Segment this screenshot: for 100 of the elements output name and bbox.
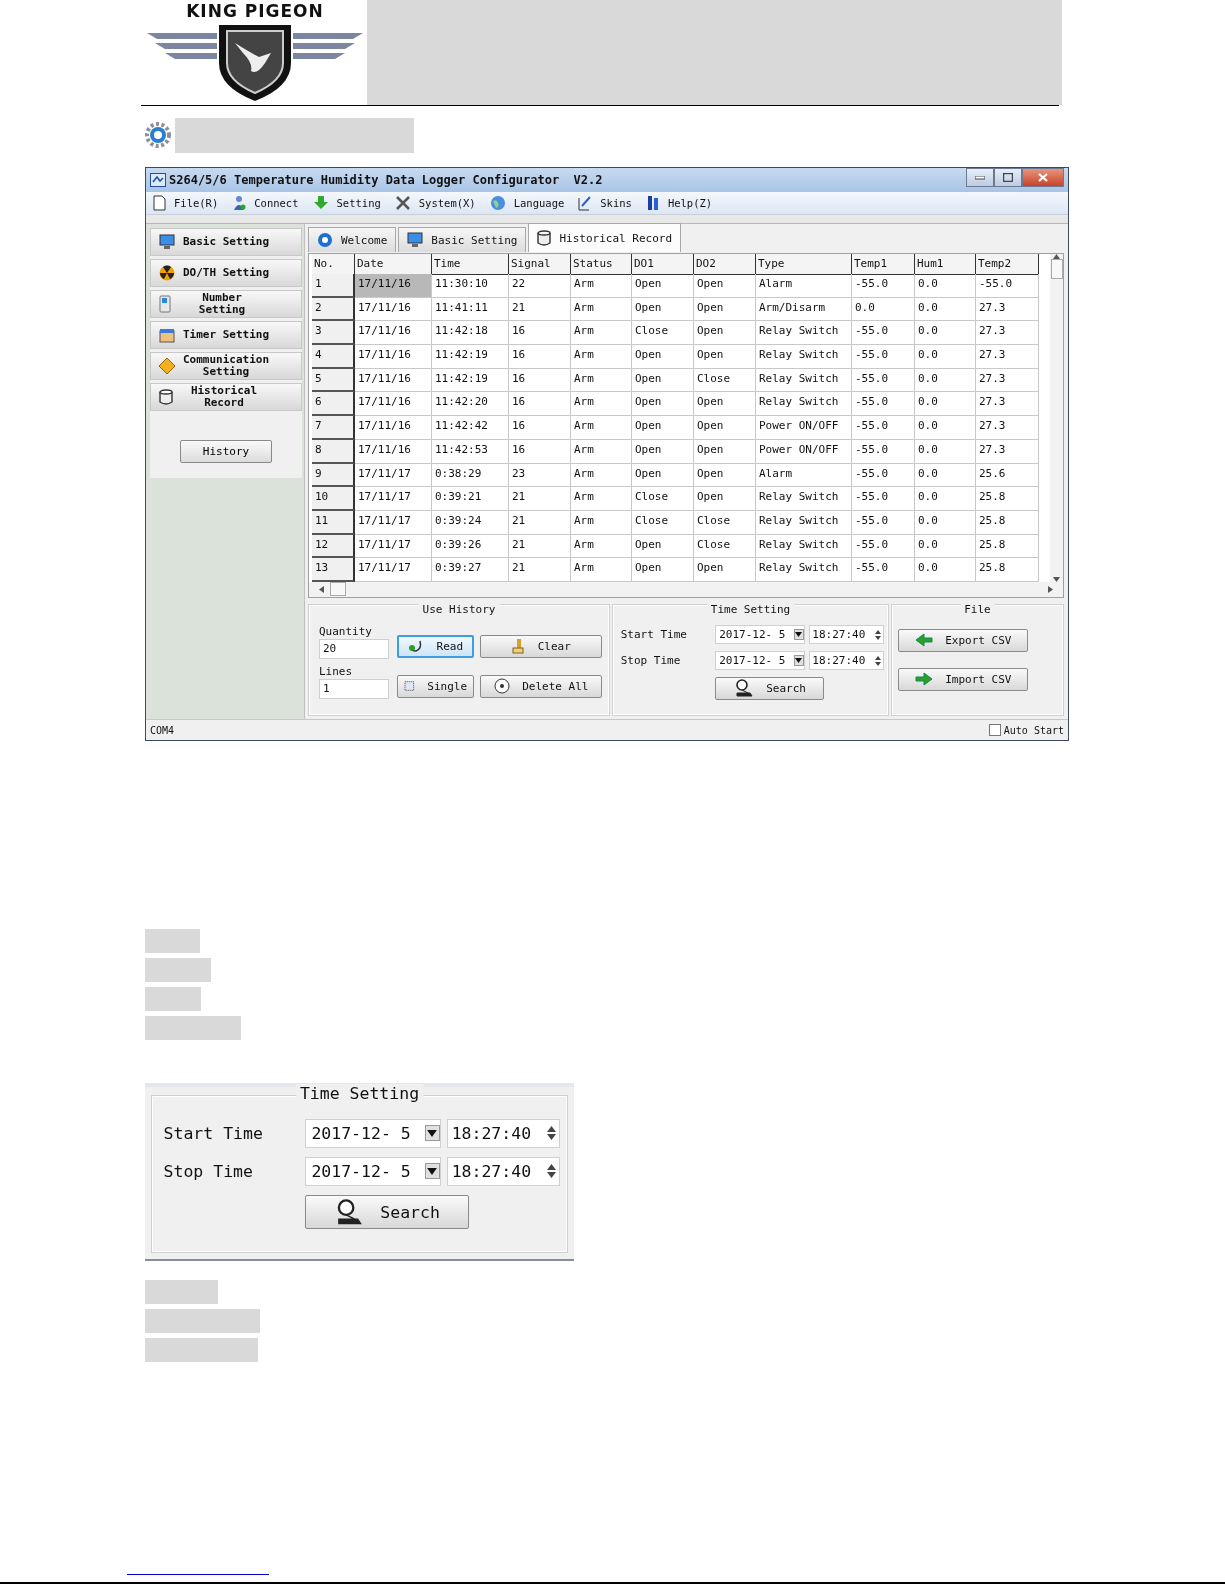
table-cell: Arm <box>571 321 632 346</box>
table-cell: 11:30:10 <box>432 274 509 298</box>
search-button[interactable]: Search <box>305 1194 469 1230</box>
table-cell: 17/11/17 <box>355 558 432 582</box>
left-arrow-icon <box>914 633 933 648</box>
minimize-button[interactable] <box>966 168 994 187</box>
table-cell: Close <box>632 510 694 535</box>
table-cell: 25.8 <box>976 534 1039 559</box>
table-cell: 11:42:18 <box>432 321 509 346</box>
tab[interactable]: Basic Setting <box>398 227 527 252</box>
table-cell: -55.0 <box>852 392 915 417</box>
tab[interactable]: Welcome <box>308 227 397 252</box>
tab[interactable]: Historical Record <box>528 223 682 252</box>
table-cell: 0.0 <box>852 297 915 322</box>
date-picker[interactable]: 2017-12- 5 <box>305 1118 441 1148</box>
table-cell: Arm <box>571 463 632 488</box>
table-cell: Open <box>632 416 694 440</box>
dropdown-arrow-icon <box>427 1167 438 1175</box>
row-number: 5 <box>312 368 355 393</box>
column-header[interactable]: DO1 <box>632 254 694 275</box>
column-header[interactable]: Type <box>756 254 852 275</box>
close-button[interactable] <box>1022 168 1064 187</box>
date-picker[interactable]: 2017-12- 5 <box>305 1156 441 1186</box>
column-header[interactable]: DO2 <box>694 254 756 275</box>
table-cell: 0.0 <box>915 534 976 559</box>
table-cell: 25.8 <box>976 487 1039 511</box>
action-button[interactable]: Single <box>397 674 474 698</box>
phone-icon <box>159 295 171 313</box>
table-cell: Relay Switch <box>756 368 852 393</box>
spinner-arrows-icon <box>872 629 883 640</box>
time-spinner[interactable]: 18:27:40 <box>809 625 884 645</box>
column-header[interactable]: Temp2 <box>976 254 1039 275</box>
table-cell: Power ON/OFF <box>756 439 852 464</box>
dropdown-arrow-icon <box>427 1129 438 1137</box>
menu-item[interactable]: Setting <box>312 195 381 211</box>
sidebar-button[interactable]: Communication Setting <box>150 352 302 380</box>
table-cell: Open <box>694 321 756 346</box>
sidebar-button[interactable]: Timer Setting <box>150 321 302 349</box>
column-header[interactable]: Status <box>571 254 632 275</box>
time-spinner[interactable]: 18:27:40 <box>447 1118 560 1148</box>
date-picker[interactable]: 2017-12- 5 <box>714 650 805 671</box>
table-cell: 0.0 <box>915 368 976 393</box>
close-icon <box>1038 173 1048 182</box>
menu-item[interactable]: Skins <box>578 195 632 211</box>
column-header[interactable]: Time <box>432 254 509 275</box>
table-cell: -55.0 <box>852 534 915 559</box>
column-header[interactable]: Hum1 <box>915 254 976 275</box>
group-title: File <box>960 602 995 616</box>
date-picker[interactable]: 2017-12- 5 <box>714 625 805 645</box>
scroll-thumb[interactable] <box>330 582 346 597</box>
maximize-button[interactable] <box>994 168 1022 187</box>
table-cell: 21 <box>509 297 571 322</box>
spinner-arrows-icon <box>872 655 883 666</box>
sidebar-button[interactable]: Number Setting <box>150 290 302 318</box>
menu-item[interactable]: System(X) <box>394 195 476 211</box>
table-cell: 0.0 <box>915 392 976 417</box>
column-header[interactable]: Date <box>355 254 432 275</box>
globe-icon <box>489 195 506 211</box>
table-cell: 21 <box>509 510 571 535</box>
csv-button[interactable]: Import CSV <box>898 667 1028 691</box>
time-spinner[interactable]: 18:27:40 <box>447 1156 560 1186</box>
field-label: Lines <box>319 664 354 679</box>
diamond-icon <box>159 358 175 374</box>
sidebar-button[interactable]: DO/TH Setting <box>150 259 302 287</box>
search-button[interactable]: Search <box>715 676 825 700</box>
lines-field[interactable]: 1 <box>319 678 389 699</box>
column-header[interactable]: Signal <box>509 254 571 275</box>
auto-start-checkbox[interactable]: Auto Start <box>988 724 1064 736</box>
table-cell: 17/11/16 <box>355 439 432 464</box>
vertical-scrollbar[interactable] <box>1050 254 1063 582</box>
table-cell: Open <box>694 416 756 440</box>
monitor-icon <box>407 232 424 248</box>
table-cell: Arm <box>571 392 632 417</box>
time-spinner[interactable]: 18:27:40 <box>809 650 884 671</box>
menu-item[interactable]: Language <box>489 195 565 211</box>
quantity-field[interactable]: 20 <box>319 638 389 659</box>
monitor-icon <box>159 234 175 250</box>
group-title: Time Setting <box>295 1084 424 1103</box>
scroll-thumb[interactable] <box>1050 259 1063 279</box>
csv-button[interactable]: Export CSV <box>898 628 1028 652</box>
table-cell: Arm <box>571 510 632 535</box>
action-button[interactable]: Read <box>397 634 474 658</box>
table-cell: Relay Switch <box>756 487 852 511</box>
table-cell: 27.3 <box>976 416 1039 440</box>
menu-item[interactable]: Connect <box>232 195 299 211</box>
column-header[interactable]: Temp1 <box>852 254 915 275</box>
row-number: 4 <box>312 345 355 369</box>
dropdown-arrow-icon <box>795 632 803 638</box>
menu-item[interactable]: File(R) <box>152 195 219 211</box>
table-cell: 17/11/16 <box>355 392 432 417</box>
sidebar-button[interactable]: Historical Record <box>150 383 302 411</box>
menu-item[interactable]: Help(Z) <box>645 195 713 211</box>
spinner-arrows-icon <box>544 1164 559 1179</box>
action-button[interactable]: Clear <box>480 634 602 658</box>
sidebar-button[interactable]: Basic Setting <box>150 228 302 256</box>
history-button[interactable]: History <box>180 440 272 463</box>
column-header[interactable]: No. <box>312 254 355 275</box>
action-button[interactable]: Delete All <box>480 674 602 698</box>
table-cell: 22 <box>509 274 571 298</box>
table-cell: Open <box>632 297 694 322</box>
